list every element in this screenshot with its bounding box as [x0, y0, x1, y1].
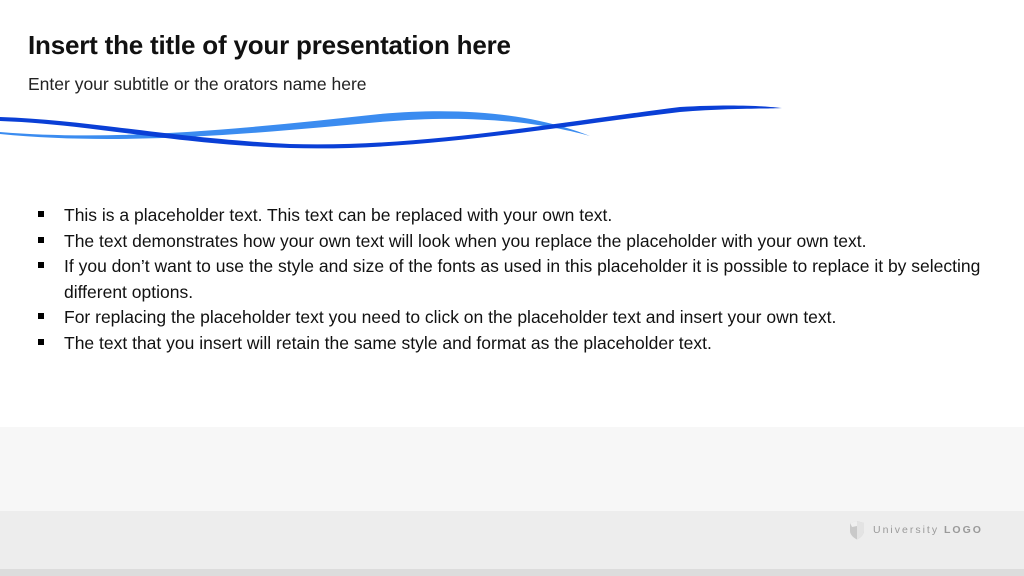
slide-title[interactable]: Insert the title of your presentation he…	[28, 30, 511, 61]
square-bullet-icon	[38, 236, 44, 243]
square-bullet-icon	[38, 338, 44, 345]
square-bullet-icon	[38, 262, 44, 268]
square-bullet-icon	[38, 211, 44, 217]
wave-dark-stroke	[0, 105, 782, 149]
square-bullet-icon	[38, 313, 44, 319]
footer-band-light	[0, 427, 1024, 511]
footer-bottom-strip	[0, 569, 1024, 576]
list-item: For replacing the placeholder text you n…	[36, 305, 996, 331]
list-item: The text demonstrates how your own text …	[36, 229, 996, 255]
slide-subtitle[interactable]: Enter your subtitle or the orators name …	[28, 74, 367, 95]
logo-text-regular: University	[873, 524, 940, 536]
list-item: This is a placeholder text. This text ca…	[36, 203, 996, 229]
university-logo: University LOGO	[849, 519, 983, 541]
shield-icon	[850, 521, 864, 540]
list-item-text: If you don’t want to use the style and s…	[64, 256, 981, 302]
list-item-text: This is a placeholder text. This text ca…	[64, 205, 613, 225]
list-item-text: For replacing the placeholder text you n…	[64, 307, 837, 327]
list-item: The text that you insert will retain the…	[36, 331, 996, 357]
decorative-wave	[0, 105, 782, 149]
logo-text-bold: LOGO	[944, 524, 983, 536]
list-item-text: The text that you insert will retain the…	[64, 332, 712, 353]
bullet-list[interactable]: This is a placeholder text. This text ca…	[36, 203, 996, 356]
logo-text: University LOGO	[873, 524, 983, 536]
list-item-text: The text demonstrates how your own text …	[64, 230, 867, 251]
list-item: If you don’t want to use the style and s…	[36, 254, 996, 305]
